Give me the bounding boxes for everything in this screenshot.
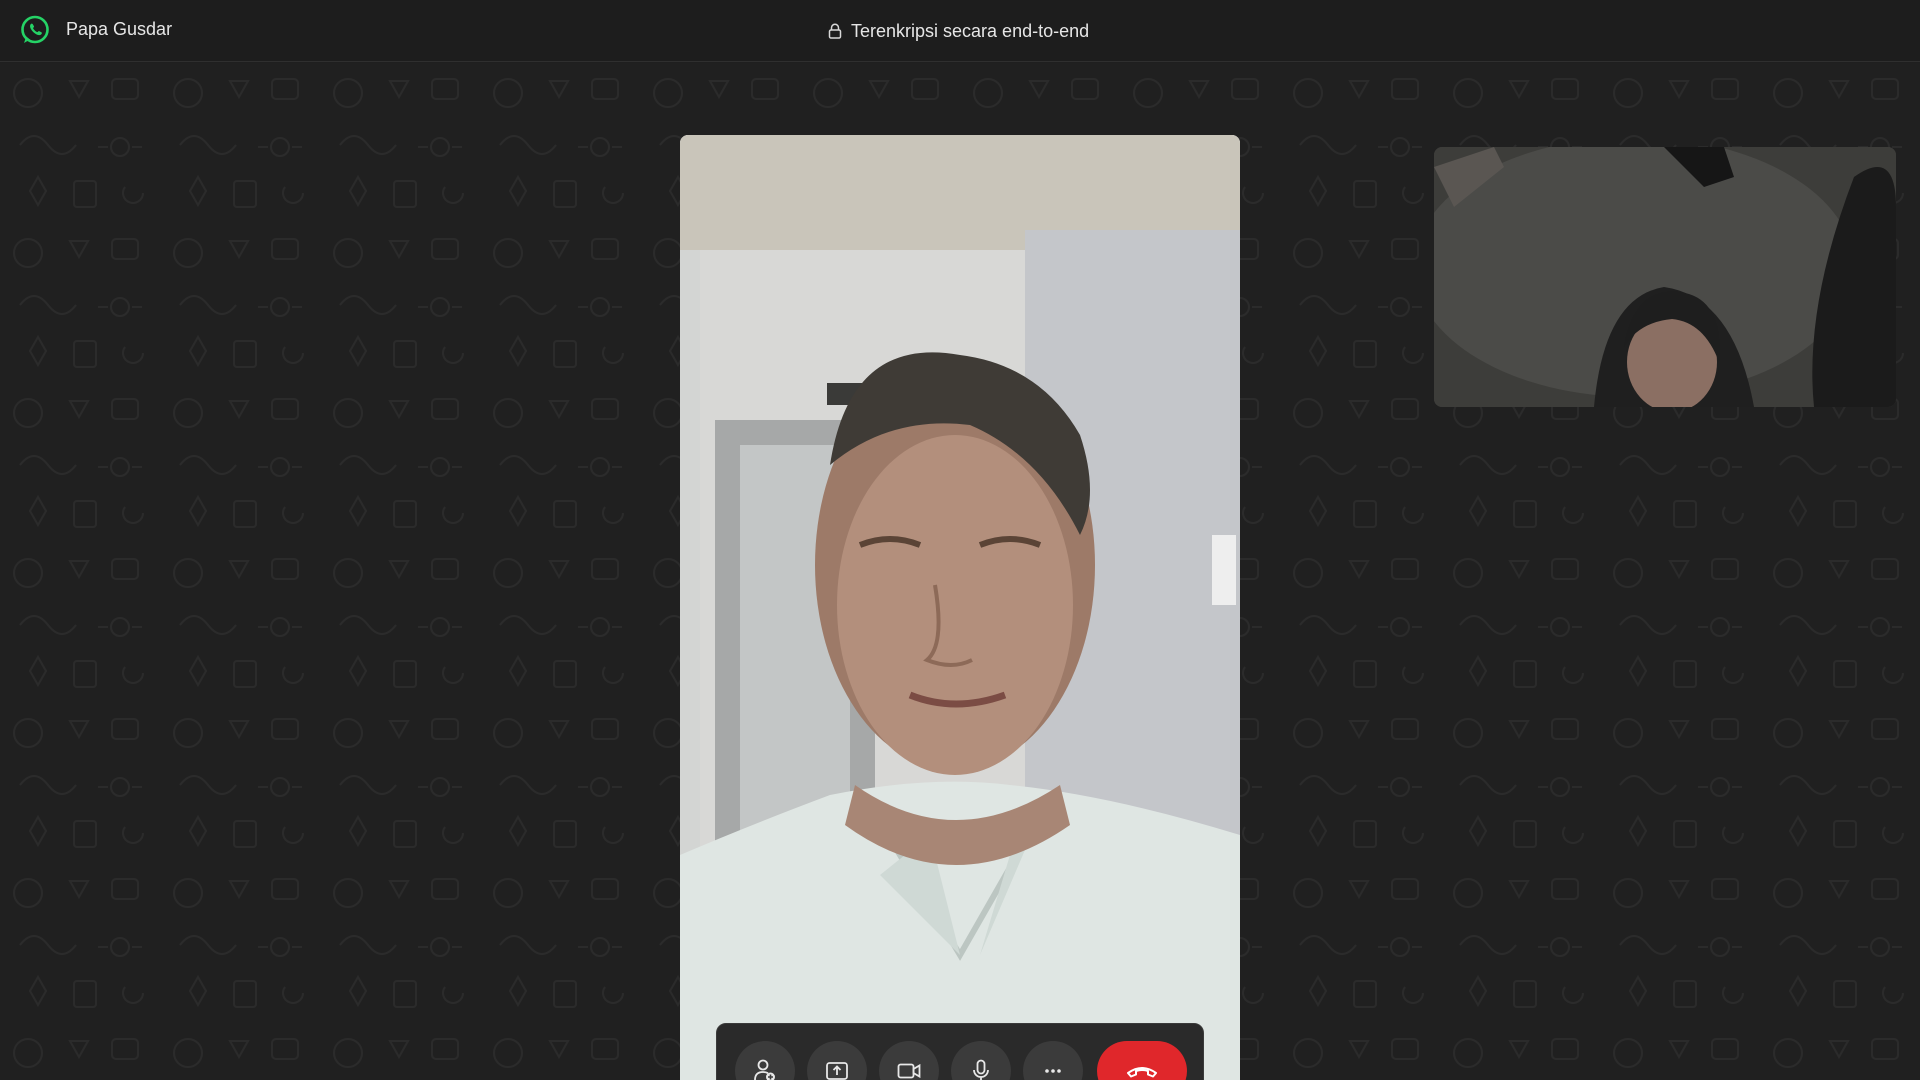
self-video-frame	[1434, 147, 1896, 407]
lock-icon	[828, 23, 842, 39]
mute-button[interactable]	[951, 1041, 1011, 1080]
more-horizontal-icon	[1045, 1069, 1061, 1073]
remote-participant-video	[680, 135, 1240, 1080]
remote-video-frame	[680, 135, 1240, 1080]
microphone-icon	[973, 1059, 989, 1080]
screen-share-icon	[826, 1062, 848, 1080]
more-options-button[interactable]	[1023, 1041, 1083, 1080]
add-participant-button[interactable]	[735, 1041, 795, 1080]
video-camera-icon	[897, 1063, 921, 1079]
phone-hangup-icon	[1127, 1067, 1157, 1078]
add-person-icon	[754, 1059, 775, 1080]
self-camera-preview	[1434, 147, 1896, 407]
video-toggle-button[interactable]	[879, 1041, 939, 1080]
whatsapp-logo-icon	[21, 15, 49, 44]
encryption-notice: Terenkripsi secara end-to-end	[828, 19, 1089, 43]
end-call-button[interactable]	[1097, 1041, 1187, 1080]
contact-name: Papa Gusdar	[66, 19, 173, 39]
share-screen-button[interactable]	[807, 1041, 867, 1080]
title-bar: Papa Gusdar Terenkripsi secara end-to-en…	[0, 0, 1920, 62]
call-stage	[0, 63, 1920, 1080]
encryption-text: Terenkripsi secara end-to-end	[851, 20, 1090, 41]
call-controls-bar	[716, 1023, 1204, 1080]
